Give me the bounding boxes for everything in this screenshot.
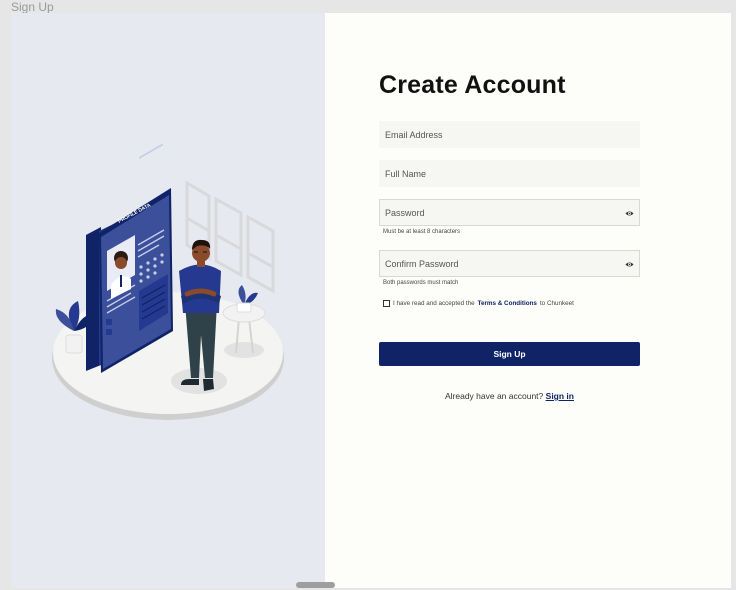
- profile-illustration: PROFILE DATA: [52, 143, 284, 420]
- terms-link[interactable]: Terms & Conditions: [478, 300, 537, 307]
- sign-up-button[interactable]: Sign Up: [379, 342, 640, 366]
- password-field[interactable]: [380, 200, 639, 225]
- illustration-panel: PROFILE DATA: [11, 13, 325, 588]
- horizontal-scrollbar[interactable]: [296, 582, 335, 588]
- terms-prefix: I have read and accepted the: [393, 300, 475, 307]
- full-name-field-wrapper: [379, 160, 640, 187]
- window-title: Sign Up: [11, 0, 54, 14]
- confirm-password-hint: Both passwords must match: [383, 280, 459, 286]
- eye-icon[interactable]: [625, 209, 634, 218]
- full-name-field[interactable]: [380, 161, 639, 186]
- terms-checkbox[interactable]: [383, 300, 390, 307]
- page-title: Create Account: [379, 71, 566, 99]
- signin-row: Already have an account? Sign in: [379, 391, 640, 401]
- terms-row: I have read and accepted the Terms & Con…: [383, 300, 574, 307]
- password-hint: Must be at least 8 characters: [383, 229, 461, 235]
- confirm-password-field[interactable]: [380, 251, 639, 276]
- password-field-wrapper: [379, 199, 640, 226]
- email-field-wrapper: [379, 121, 640, 148]
- terms-suffix: to Chunkeet: [539, 300, 574, 307]
- signin-prompt: Already have an account?: [444, 391, 544, 401]
- eye-icon[interactable]: [625, 260, 634, 269]
- email-field[interactable]: [380, 122, 639, 147]
- signup-page: PROFILE DATA Create Account Email Addres…: [11, 13, 731, 588]
- confirm-password-field-wrapper: [379, 250, 640, 277]
- sign-in-link[interactable]: Sign in: [546, 391, 574, 401]
- form-panel: Create Account Must be at least 8 charac…: [325, 13, 731, 588]
